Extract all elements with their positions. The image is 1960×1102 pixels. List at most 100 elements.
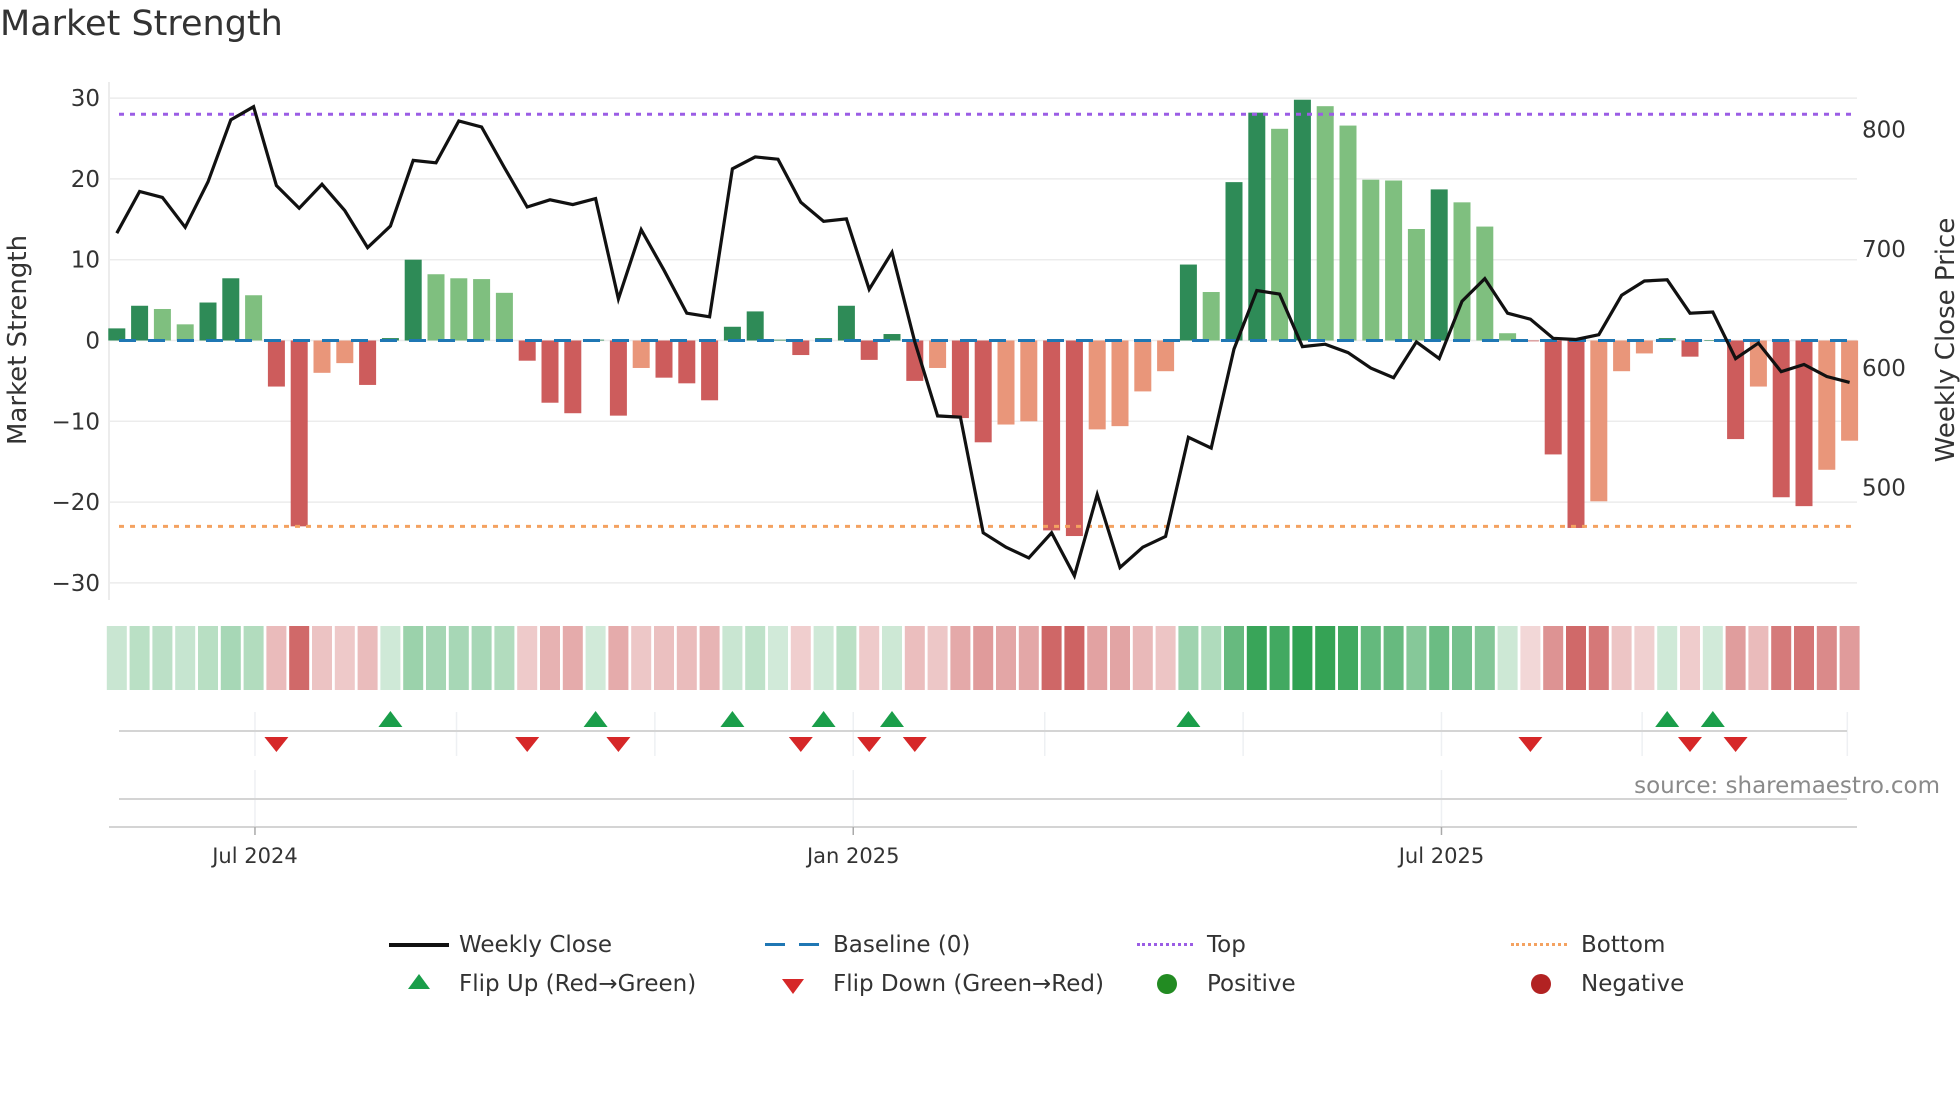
strength-bar: [1407, 228, 1425, 341]
strength-bar: [473, 279, 491, 341]
heat-cell: [562, 626, 583, 690]
flip-up-marker: [583, 711, 608, 727]
heat-cell: [243, 626, 264, 690]
strength-bar: [1316, 106, 1334, 341]
heat-cell: [699, 626, 720, 690]
heat-cell: [517, 626, 538, 690]
heat-cell: [790, 626, 811, 690]
heat-cell: [1748, 626, 1769, 690]
heat-cell: [1292, 626, 1313, 690]
flip-down-marker: [857, 737, 882, 752]
heat-cell: [1657, 626, 1678, 690]
heat-cell: [722, 626, 743, 690]
strength-bar: [245, 295, 263, 341]
heat-cell: [585, 626, 606, 690]
heat-cell: [813, 626, 834, 690]
strength-bar: [404, 259, 422, 341]
y2-axis-label: Weekly Close Price: [1931, 218, 1960, 463]
strength-bar: [609, 340, 627, 416]
heat-cell: [198, 626, 218, 690]
x-tick-label: Jul 2024: [210, 844, 297, 868]
strength-bar: [701, 340, 719, 401]
flip-down-marker: [1723, 737, 1748, 752]
strength-bar: [997, 340, 1015, 425]
strength-bar: [427, 274, 445, 341]
heat-cell: [289, 626, 310, 690]
heat-cell: [1497, 626, 1518, 690]
market-strength-chart: 30 20 10 0 −10 −20 −30 800 700 600 500 Market Stren…: [3, 82, 1960, 868]
strength-bar: [267, 340, 285, 387]
y-tick-label: −20: [51, 490, 100, 516]
y-tick-label: −10: [51, 409, 100, 435]
strength-bar: [1043, 340, 1061, 531]
strength-bar: [153, 308, 171, 341]
flip-up-marker: [1176, 711, 1201, 727]
flip-up-marker: [1700, 711, 1725, 727]
heat-cell: [1246, 626, 1267, 690]
heat-cell: [106, 626, 127, 690]
heat-cell: [1680, 626, 1700, 690]
strength-bar: [1385, 180, 1403, 341]
x-tick-label: Jan 2025: [805, 844, 900, 868]
heat-cell: [654, 626, 674, 690]
heat-cell: [448, 626, 469, 690]
heat-cell: [1452, 626, 1472, 690]
heat-cell: [1360, 626, 1381, 690]
heat-cell: [1064, 626, 1085, 690]
heat-cell: [631, 626, 652, 690]
heat-cell: [1269, 626, 1290, 690]
heat-cell: [745, 626, 766, 690]
heat-cell: [1725, 626, 1746, 690]
strength-bar: [678, 340, 696, 384]
strength-bar: [108, 328, 126, 341]
strength-bar: [1818, 340, 1836, 470]
strength-bar: [974, 340, 992, 443]
strength-bar: [1635, 340, 1653, 354]
strength-bar: [1339, 125, 1357, 341]
strength-bar: [723, 326, 741, 341]
heat-cell: [494, 626, 515, 690]
strength-bar: [222, 278, 240, 341]
heat-cell: [266, 626, 287, 690]
strength-bar: [518, 340, 536, 361]
flip-down-marker: [606, 737, 631, 752]
strength-bar: [1111, 340, 1129, 427]
heat-cell: [312, 626, 332, 690]
heat-cell: [380, 626, 401, 690]
strength-bar: [1020, 340, 1038, 422]
heat-cell: [1315, 626, 1336, 690]
strength-bar: [1202, 292, 1220, 341]
strength-bar: [1157, 340, 1175, 372]
strength-bar: [792, 340, 810, 356]
heat-cell: [1566, 626, 1586, 690]
strength-bar: [1293, 99, 1311, 341]
source-label: source: sharemaestro.com: [1634, 773, 1940, 799]
heat-cell: [950, 626, 971, 690]
strength-bar: [495, 292, 513, 341]
heat-cell: [1816, 626, 1837, 690]
heat-cell: [676, 626, 697, 690]
heat-cell: [1588, 626, 1609, 690]
flip-up-marker: [880, 711, 904, 727]
heat-cell: [426, 626, 446, 690]
heat-cell: [768, 626, 788, 690]
strength-bar: [632, 340, 650, 368]
flip-down-marker: [1518, 737, 1543, 752]
heat-cell: [540, 626, 560, 690]
heat-cell: [1087, 626, 1108, 690]
heat-cell: [1520, 626, 1541, 690]
strength-bar: [1088, 340, 1106, 430]
strength-bar: [131, 305, 149, 341]
strength-bar: [860, 340, 878, 360]
heat-cell: [1702, 626, 1723, 690]
strength-bar: [450, 278, 468, 341]
heat-cell: [175, 626, 196, 690]
flip-up-marker: [1655, 711, 1680, 727]
strength-bar: [1134, 340, 1152, 392]
heat-cell: [882, 626, 902, 690]
heat-cell: [973, 626, 994, 690]
strength-bar: [359, 340, 377, 385]
heat-cell: [1429, 626, 1450, 690]
strength-bar: [1590, 340, 1608, 502]
y2-tick-label: 600: [1862, 356, 1906, 382]
